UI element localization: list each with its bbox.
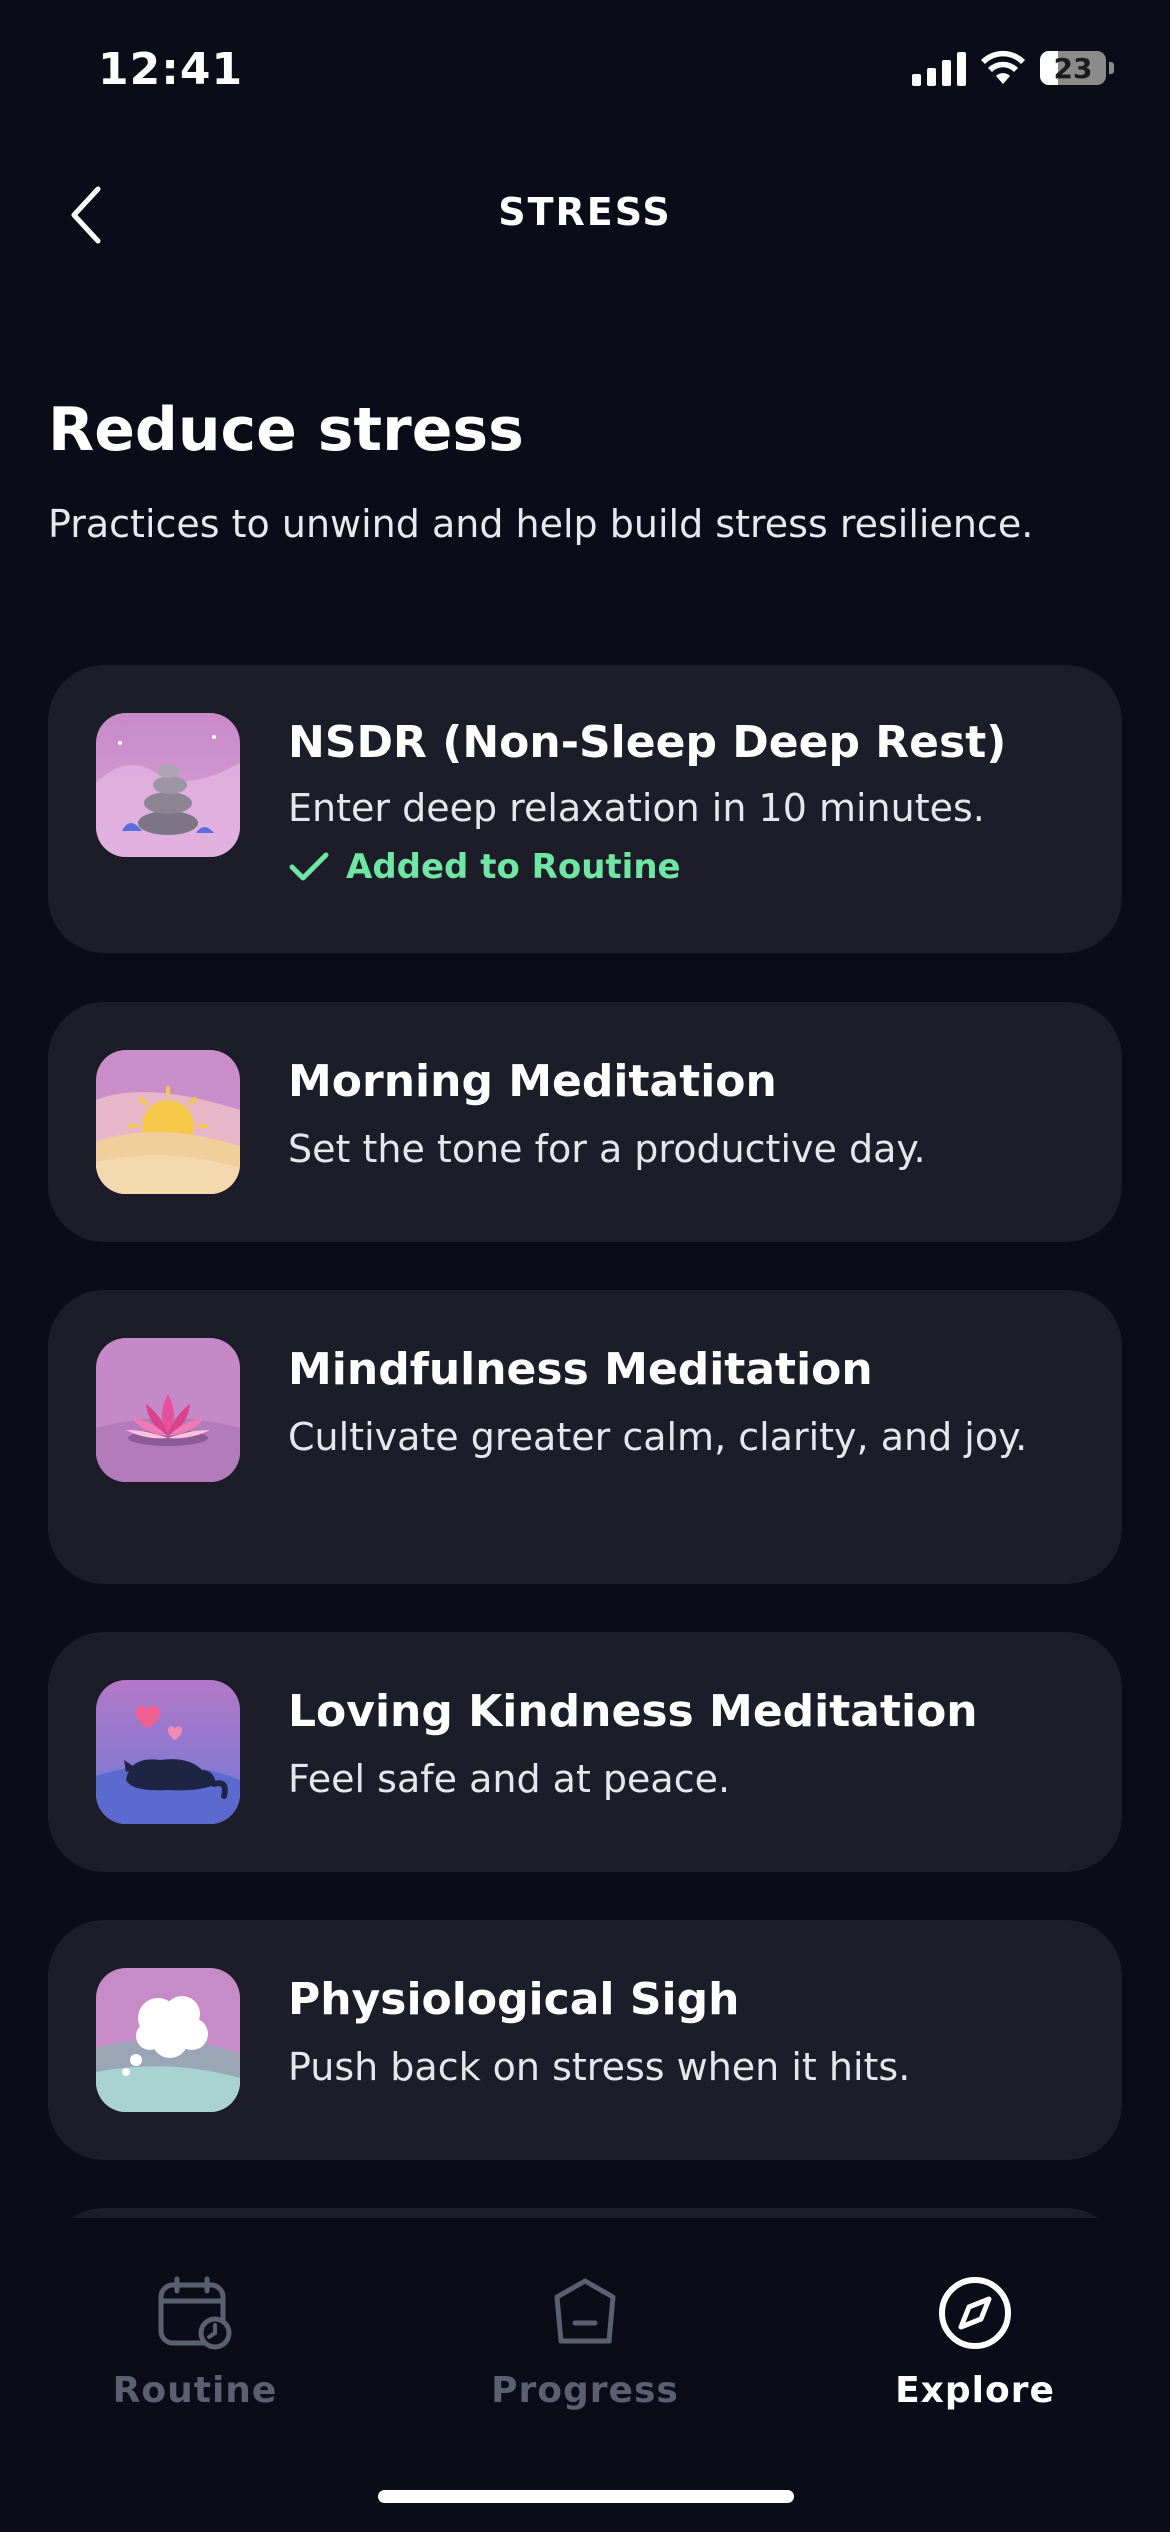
practice-card-morning-meditation[interactable]: Morning Meditation Set the tone for a pr… [48,1002,1122,1242]
practice-card-physiological-sigh[interactable]: Physiological Sigh Push back on stress w… [48,1920,1122,2160]
card-title: Loving Kindness Meditation [288,1686,978,1737]
card-description: Set the tone for a productive day. [288,1127,926,1171]
tab-explore[interactable]: Explore [845,2268,1105,2411]
card-description: Cultivate greater calm, clarity, and joy… [288,1415,1028,1459]
tab-label: Explore [895,2370,1055,2411]
tab-label: Routine [112,2370,278,2411]
card-description: Feel safe and at peace. [288,1757,731,1801]
stress-screen: 12:41 23 STRESS Reduce stress Practices … [0,0,1170,2532]
thought-cloud-icon [96,1968,240,2112]
status-label: Added to Routine [346,847,681,887]
home-indicator[interactable] [378,2490,794,2503]
practice-card-loving-kindness-meditation[interactable]: Loving Kindness Meditation Feel safe and… [48,1632,1122,1872]
tab-progress[interactable]: Progress [455,2268,715,2411]
wifi-icon [981,50,1025,84]
added-to-routine-status: Added to Routine [288,847,1082,887]
battery-cap [1109,62,1114,74]
status-bar: 12:41 23 [0,0,1170,150]
tab-bar: Routine Progress Explore [0,2218,1170,2532]
card-title: NSDR (Non-Sleep Deep Rest) [288,717,1007,768]
sunrise-icon [96,1050,240,1194]
pentagon-badge-icon [554,2278,616,2344]
practice-card-mindfulness-meditation[interactable]: Mindfulness Meditation Cultivate greater… [48,1290,1122,1584]
status-icons: 23 [912,50,1114,86]
nav-header: STRESS [0,170,1170,260]
page-title: STRESS [498,190,672,234]
tab-label: Progress [491,2370,679,2411]
compass-icon [939,2277,1011,2349]
sleeping-cat-hearts-icon [96,1680,240,1824]
card-description: Enter deep relaxation in 10 minutes. [288,786,985,830]
practice-card-nsdr[interactable]: NSDR (Non-Sleep Deep Rest) Enter deep re… [48,665,1122,953]
status-time: 12:41 [98,44,244,95]
card-title: Morning Meditation [288,1056,777,1107]
calendar-clock-icon [158,2276,232,2350]
card-title: Physiological Sigh [288,1974,740,2025]
stacked-stones-icon [96,713,240,857]
cellular-signal-icon [912,50,966,86]
section-subtitle: Practices to unwind and help build stres… [48,502,1034,546]
battery-level: 23 [1053,51,1093,85]
checkmark-icon [289,852,329,881]
tab-routine[interactable]: Routine [65,2268,325,2411]
card-title: Mindfulness Meditation [288,1344,873,1395]
lotus-icon [96,1338,240,1482]
section-title: Reduce stress [48,395,524,465]
battery-icon: 23 [1040,51,1106,85]
card-description: Push back on stress when it hits. [288,2045,911,2089]
